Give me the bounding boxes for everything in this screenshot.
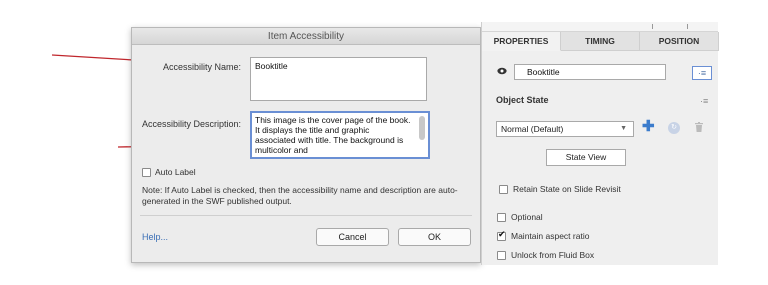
retain-state-checkbox[interactable] xyxy=(499,185,508,194)
menu-icon[interactable]: ·≡ xyxy=(700,96,708,106)
panel-topbar xyxy=(482,22,718,32)
auto-label-note: Note: If Auto Label is checked, then the… xyxy=(142,185,458,206)
maintain-aspect-label: Maintain aspect ratio xyxy=(511,231,590,241)
trash-icon[interactable] xyxy=(695,122,703,135)
panel-tabs: PROPERTIES TIMING POSITION xyxy=(482,32,719,51)
eye-icon[interactable] xyxy=(497,67,507,78)
dialog-title: Item Accessibility xyxy=(132,28,480,45)
item-name-field[interactable]: Booktitle xyxy=(514,64,666,80)
object-state-title: Object State xyxy=(496,95,549,105)
ok-button[interactable]: OK xyxy=(398,228,471,246)
accessibility-name-field[interactable]: Booktitle xyxy=(250,57,427,101)
maintain-aspect-checkbox[interactable] xyxy=(497,230,506,241)
accessibility-description-label: Accessibility Description: xyxy=(142,119,242,129)
circle-icon[interactable]: ↻ xyxy=(668,122,680,134)
tab-position[interactable]: POSITION xyxy=(640,32,719,51)
item-accessibility-dialog: Item Accessibility Accessibility Name: B… xyxy=(131,27,481,263)
unlock-fluid-label: Unlock from Fluid Box xyxy=(511,250,595,260)
chevron-down-icon: ▼ xyxy=(620,125,627,132)
description-text: This image is the cover page of the book… xyxy=(255,115,411,155)
properties-panel: PROPERTIES TIMING POSITION Booktitle ·≡ … xyxy=(481,22,719,265)
help-link[interactable]: Help... xyxy=(142,232,168,242)
dialog-separator xyxy=(140,215,472,216)
auto-label-checkbox[interactable] xyxy=(142,168,151,177)
plus-icon[interactable]: ✚ xyxy=(642,119,655,135)
tab-properties[interactable]: PROPERTIES xyxy=(482,32,561,51)
state-select-value: Normal (Default) xyxy=(501,124,564,134)
optional-checkbox[interactable] xyxy=(497,213,506,222)
optional-label: Optional xyxy=(511,212,543,222)
description-scrollbar[interactable] xyxy=(419,116,425,140)
accessibility-name-label: Accessibility Name: xyxy=(163,62,242,72)
list-icon[interactable]: ·≡ xyxy=(692,66,712,80)
auto-label-label: Auto Label xyxy=(155,167,196,177)
accessibility-description-field[interactable]: This image is the cover page of the book… xyxy=(250,111,430,159)
retain-state-label: Retain State on Slide Revisit xyxy=(513,184,621,194)
tab-timing[interactable]: TIMING xyxy=(561,32,640,51)
cancel-button[interactable]: Cancel xyxy=(316,228,389,246)
state-view-button[interactable]: State View xyxy=(546,149,626,166)
unlock-fluid-checkbox[interactable] xyxy=(497,251,506,260)
state-select[interactable]: Normal (Default) ▼ xyxy=(496,121,634,137)
